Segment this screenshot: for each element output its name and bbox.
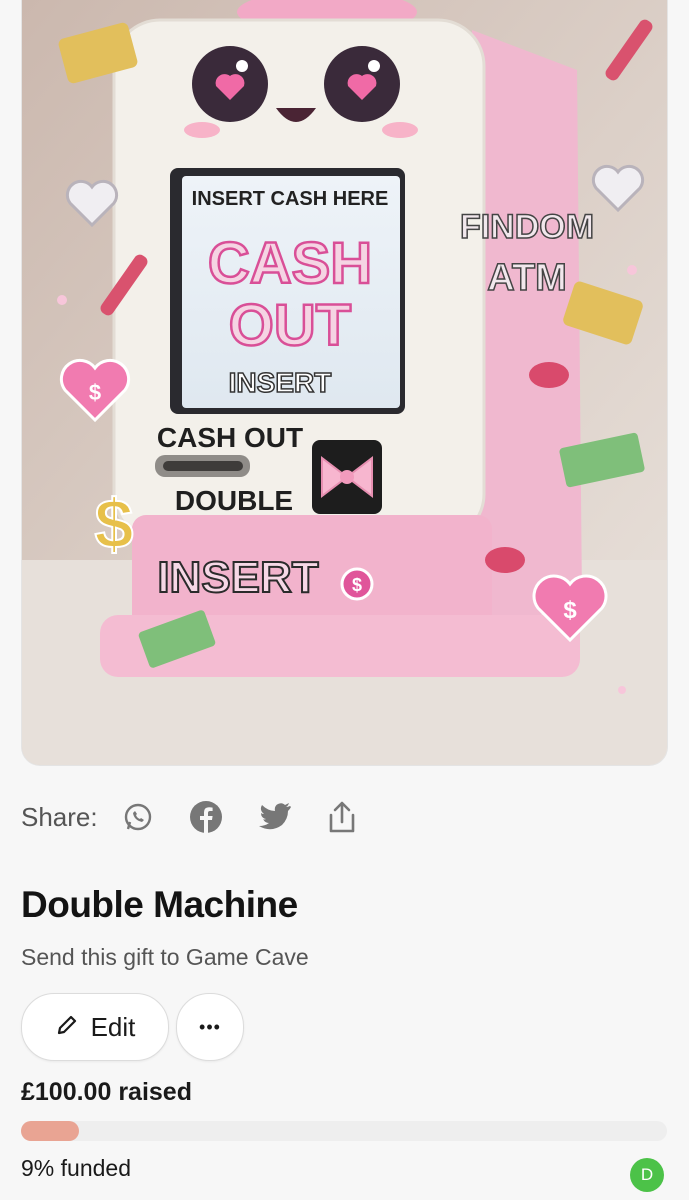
- contributor-avatar[interactable]: D: [630, 1158, 664, 1192]
- gold-dollar-sticker: $: [94, 484, 135, 564]
- whatsapp-icon[interactable]: [120, 799, 156, 835]
- screen-insert-text: INSERT: [229, 367, 332, 398]
- gift-subtitle: Send this gift to Game Cave: [21, 944, 309, 970]
- gift-title: Double Machine: [21, 884, 298, 925]
- screen-header-text: INSERT CASH HERE: [192, 188, 389, 210]
- atm-illustration: INSERT CASH HERE CASH OUT INSERT CASH OU…: [22, 0, 667, 765]
- svg-text:$: $: [95, 485, 134, 563]
- facebook-icon[interactable]: [188, 799, 224, 835]
- svg-text:$: $: [352, 575, 362, 595]
- screen-out-text: OUT: [229, 293, 351, 358]
- share-label: Share:: [21, 801, 98, 832]
- share-upload-icon[interactable]: [324, 799, 360, 835]
- share-row: Share:: [21, 795, 392, 839]
- double-label: DOUBLE: [175, 485, 293, 516]
- gift-image[interactable]: INSERT CASH HERE CASH OUT INSERT CASH OU…: [22, 0, 667, 765]
- insert-base-label: INSERT: [157, 553, 318, 602]
- edit-button[interactable]: Edit: [21, 993, 169, 1061]
- svg-text:$: $: [89, 380, 101, 405]
- funded-percent: 9% funded: [21, 1155, 131, 1181]
- funding-progress-fill: [21, 1121, 80, 1141]
- side-atm-text: ATM: [487, 257, 567, 299]
- more-dots-icon: •••: [199, 1016, 221, 1037]
- side-findom-text: FINDOM: [460, 208, 594, 246]
- svg-text:$: $: [563, 597, 577, 624]
- twitter-icon[interactable]: [256, 799, 292, 835]
- funding-progress-bar: [21, 1121, 667, 1141]
- cash-out-label: CASH OUT: [157, 422, 303, 453]
- edit-button-label: Edit: [90, 1011, 136, 1042]
- amount-raised: £100.00 raised: [21, 1078, 192, 1106]
- more-options-button[interactable]: •••: [176, 993, 244, 1061]
- pencil-icon: [55, 1013, 79, 1042]
- screen-cash-text: CASH: [208, 231, 372, 296]
